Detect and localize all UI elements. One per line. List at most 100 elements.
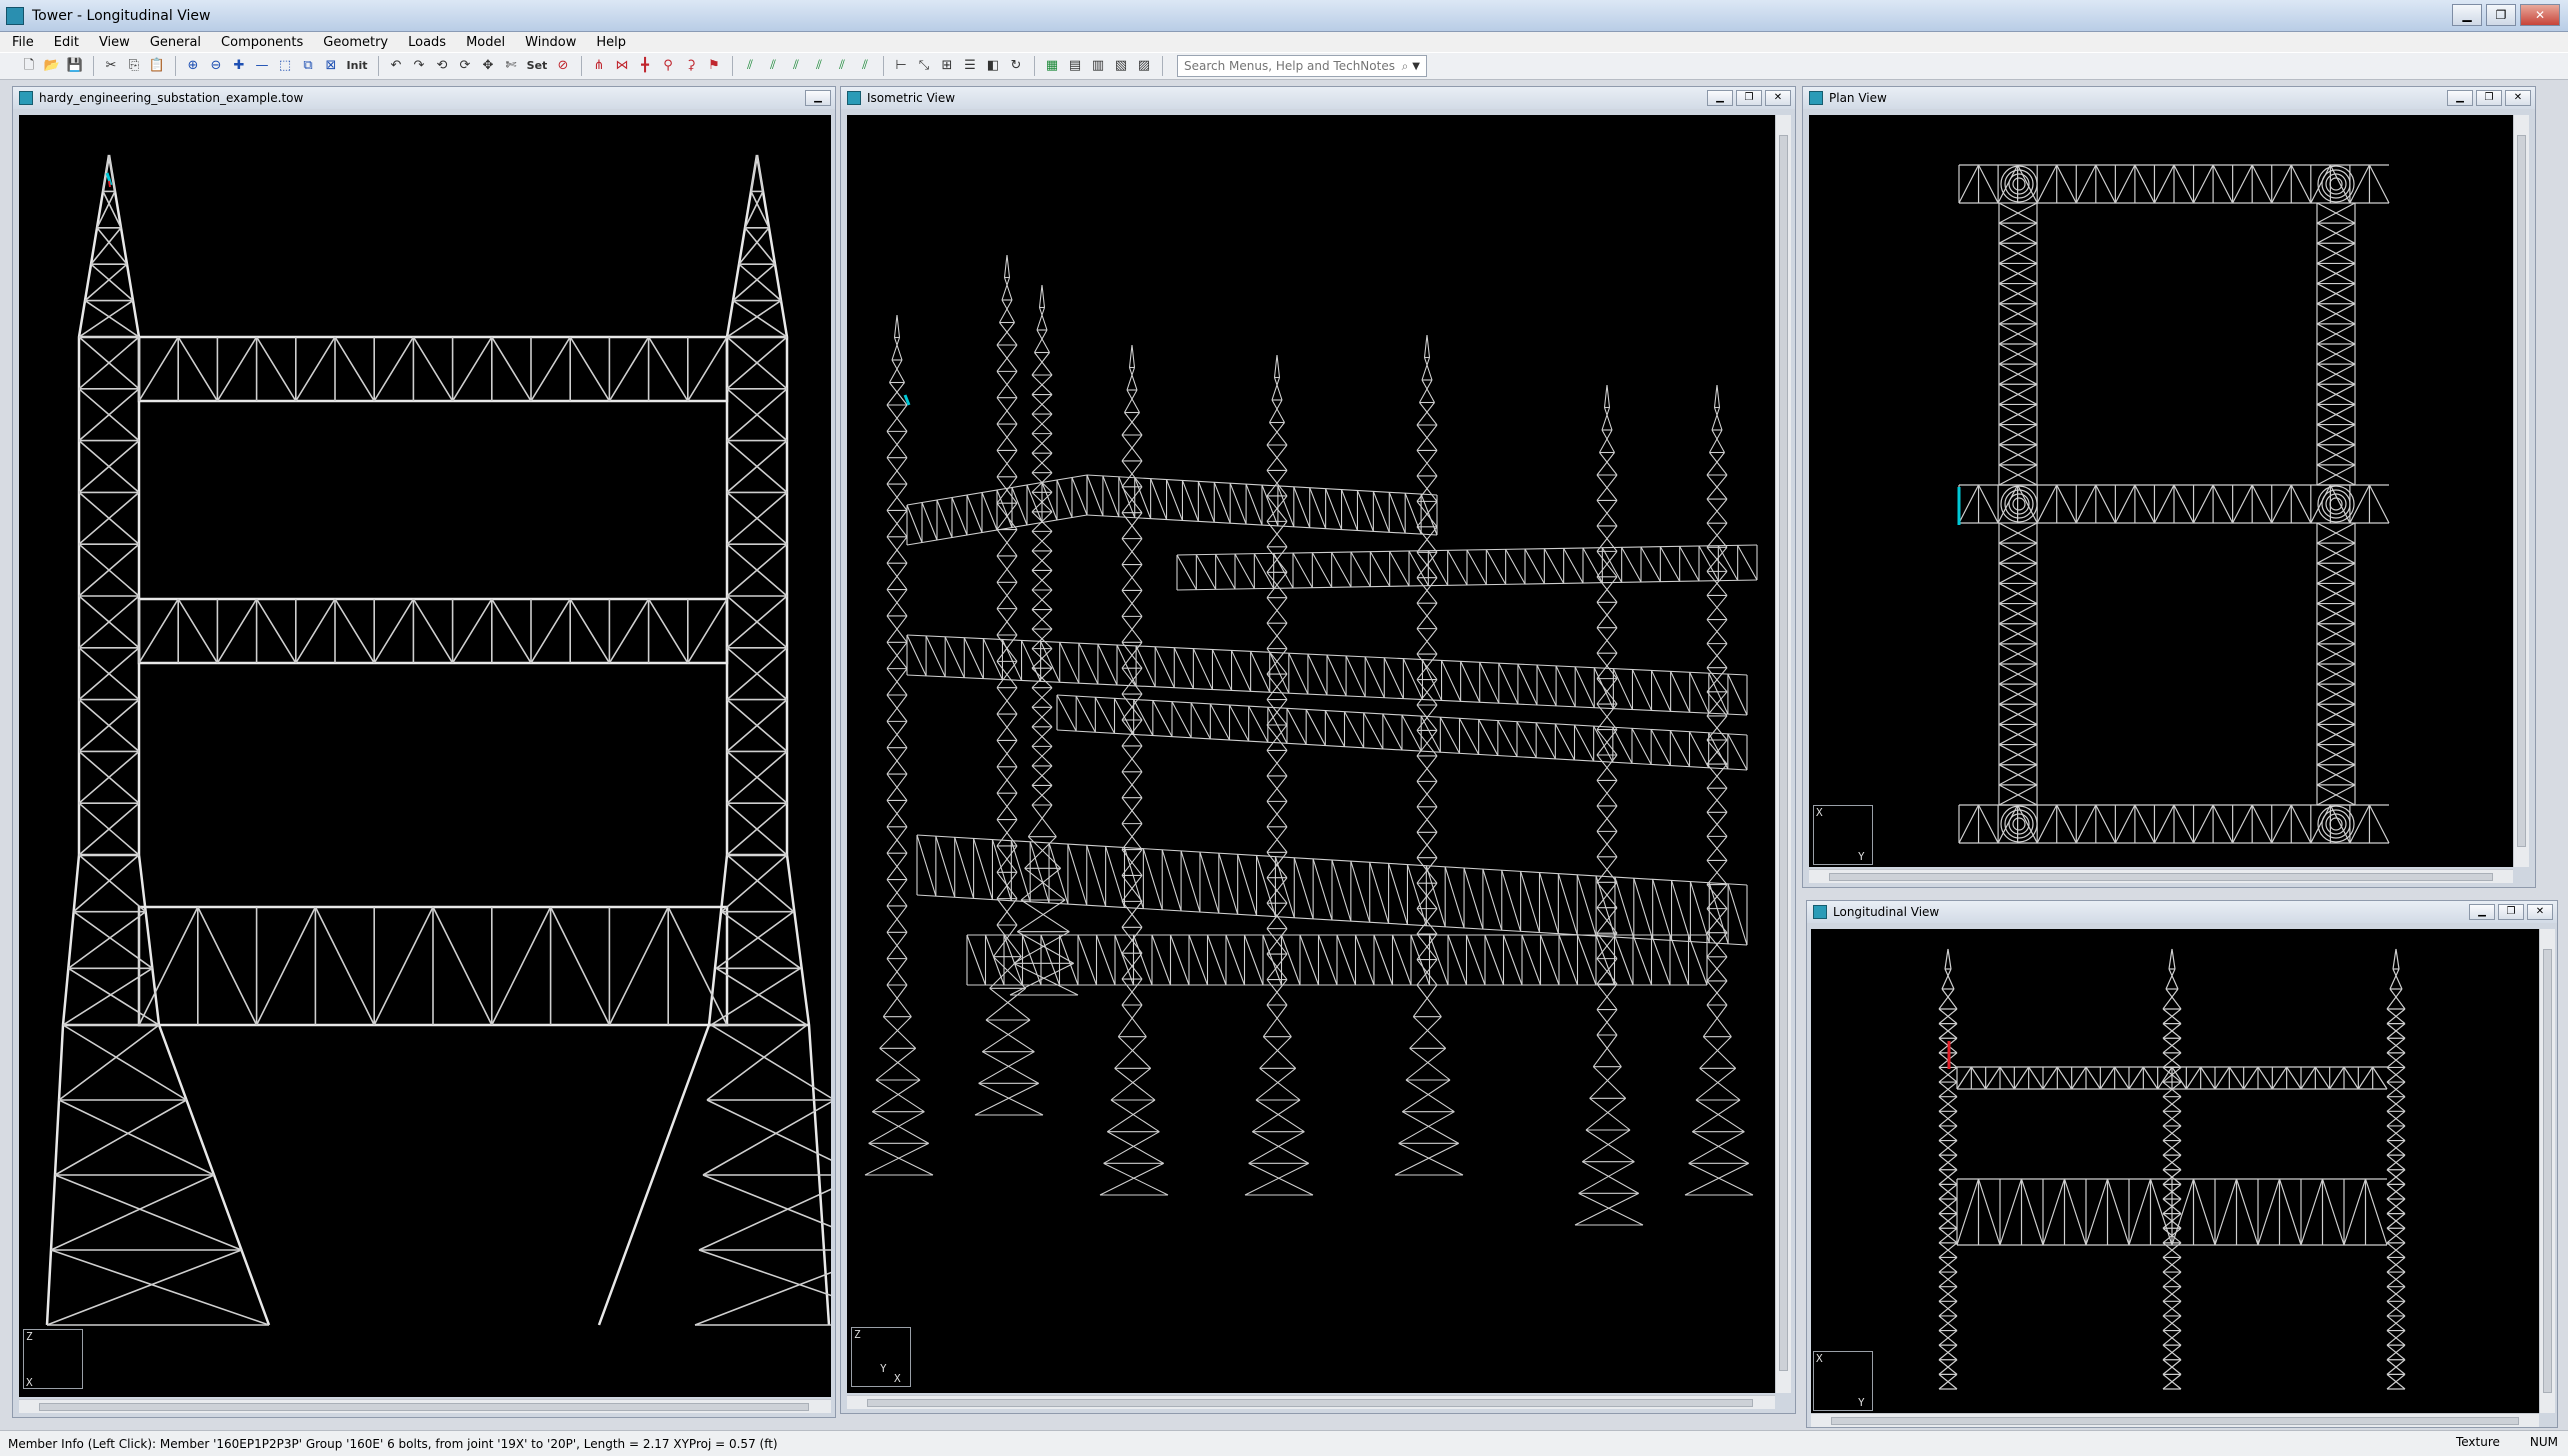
minimize-button[interactable]: ▁ — [2452, 4, 2482, 26]
scroll-thumb[interactable] — [867, 1399, 1753, 1407]
search-icon[interactable]: ⌕ — [1402, 59, 1409, 74]
open-folder-icon[interactable]: 📂 — [43, 57, 61, 75]
scroll-thumb[interactable] — [1831, 1417, 2519, 1425]
tower-app-icon — [6, 6, 24, 25]
menu-model[interactable]: Model — [466, 35, 505, 50]
window-maximize-button[interactable]: ❐ — [2476, 90, 2502, 106]
cut-icon[interactable]: ✂ — [102, 57, 120, 75]
vertical-scrollbar[interactable] — [2539, 929, 2555, 1413]
new-file-icon[interactable]: 🗋 — [20, 57, 38, 75]
wire-tool-1-icon[interactable]: ⫽ — [741, 57, 759, 75]
wire-tool-4-icon[interactable]: ⫽ — [810, 57, 828, 75]
fit-all-icon[interactable]: ⊠ — [322, 57, 340, 75]
window-isometric-titlebar[interactable]: Isometric View ▁ ❐ ✕ — [841, 87, 1795, 109]
search-box[interactable]: ⌕ ▼ — [1177, 55, 1427, 77]
scroll-thumb[interactable] — [1779, 135, 1788, 1371]
rotate-left-icon[interactable]: ↶ — [387, 57, 405, 75]
horizontal-scrollbar[interactable] — [19, 1399, 831, 1413]
axis-label-x: X — [894, 1372, 901, 1385]
zoom-line-icon[interactable]: — — [253, 57, 271, 75]
axis-label-x: X — [1816, 1352, 1823, 1365]
rotate-up-icon[interactable]: ⟲ — [433, 57, 451, 75]
menu-general[interactable]: General — [150, 35, 201, 50]
wire-tool-6-icon[interactable]: ⫽ — [856, 57, 874, 75]
report-4-icon[interactable]: ▧ — [1112, 57, 1130, 75]
layers-icon[interactable]: ☰ — [961, 57, 979, 75]
window-close-button[interactable]: ✕ — [1765, 90, 1791, 106]
connect-icon[interactable]: ⤡ — [915, 57, 933, 75]
window-maximize-button[interactable]: ❐ — [2498, 904, 2524, 920]
window-longitudinal-titlebar[interactable]: Longitudinal View ▁ ❐ ✕ — [1807, 901, 2557, 923]
set-view-button[interactable]: Set — [525, 57, 549, 75]
tower-load-icon[interactable]: ⚲ — [659, 57, 677, 75]
window-maximize-button[interactable]: ❐ — [1736, 90, 1762, 106]
wire-tool-2-icon[interactable]: ⫽ — [764, 57, 782, 75]
stop-icon[interactable]: ⊘ — [554, 57, 572, 75]
pan-icon[interactable]: ✚ — [230, 57, 248, 75]
horizontal-scrollbar[interactable] — [1809, 869, 2513, 883]
menu-window[interactable]: Window — [525, 35, 576, 50]
axis-label-z: Z — [26, 1330, 33, 1343]
menu-geometry[interactable]: Geometry — [323, 35, 388, 50]
rotate-free-icon[interactable]: ✥ — [479, 57, 497, 75]
scroll-thumb[interactable] — [2517, 135, 2526, 847]
tower-joint-icon[interactable]: ⋈ — [613, 57, 631, 75]
window-close-button[interactable]: ✕ — [2527, 904, 2553, 920]
axis-label-y: Y — [1858, 1396, 1865, 1409]
menu-components[interactable]: Components — [221, 35, 303, 50]
paste-icon[interactable]: 📋 — [148, 57, 166, 75]
isometric-viewport[interactable]: Z Y X — [847, 115, 1775, 1393]
vertical-scrollbar[interactable] — [2513, 115, 2529, 867]
menu-help[interactable]: Help — [596, 35, 626, 50]
chevron-down-icon[interactable]: ▼ — [1412, 61, 1420, 72]
scroll-thumb[interactable] — [1829, 873, 2493, 881]
window-close-button[interactable]: ✕ — [2505, 90, 2531, 106]
save-icon[interactable]: 💾 — [66, 57, 84, 75]
scroll-thumb[interactable] — [39, 1403, 809, 1411]
zoom-extents-icon[interactable]: ⧉ — [299, 57, 317, 75]
rotate-right-icon[interactable]: ↷ — [410, 57, 428, 75]
menu-file[interactable]: File — [12, 35, 34, 50]
report-5-icon[interactable]: ▨ — [1135, 57, 1153, 75]
rotate-down-icon[interactable]: ⟳ — [456, 57, 474, 75]
front-elevation-viewport[interactable]: Z X — [19, 115, 831, 1397]
zoom-in-icon[interactable]: ⊕ — [184, 57, 202, 75]
scroll-thumb[interactable] — [2543, 949, 2552, 1393]
report-2-icon[interactable]: ▤ — [1066, 57, 1084, 75]
restore-button[interactable]: ❐ — [2486, 4, 2516, 26]
vertical-scrollbar[interactable] — [1775, 115, 1791, 1393]
window-plan-titlebar[interactable]: Plan View ▁ ❐ ✕ — [1803, 87, 2535, 109]
menu-loads[interactable]: Loads — [408, 35, 446, 50]
tower-flag-icon[interactable]: ⚑ — [705, 57, 723, 75]
grid-icon[interactable]: ⊞ — [938, 57, 956, 75]
copy-icon[interactable]: ⎘ — [125, 57, 143, 75]
report-1-icon[interactable]: ▦ — [1043, 57, 1061, 75]
window-minimize-button[interactable]: ▁ — [805, 90, 831, 106]
reset-icon[interactable]: ↻ — [1007, 57, 1025, 75]
tower-member-icon[interactable]: ⋔ — [590, 57, 608, 75]
init-view-button[interactable]: Init — [345, 57, 369, 75]
wire-tool-3-icon[interactable]: ⫽ — [787, 57, 805, 75]
zoom-out-icon[interactable]: ⊖ — [207, 57, 225, 75]
menu-edit[interactable]: Edit — [54, 35, 79, 50]
longitudinal-viewport[interactable]: X Y — [1811, 929, 2539, 1413]
plan-viewport[interactable]: X Y — [1809, 115, 2513, 867]
menu-view[interactable]: View — [99, 35, 130, 50]
window-minimize-button[interactable]: ▁ — [2469, 904, 2495, 920]
window-minimize-button[interactable]: ▁ — [1707, 90, 1733, 106]
zoom-window-icon[interactable]: ⬚ — [276, 57, 294, 75]
close-button[interactable]: ✕ — [2520, 4, 2560, 26]
tower-add-icon[interactable]: ╋ — [636, 57, 654, 75]
horizontal-scrollbar[interactable] — [1811, 1413, 2539, 1427]
axis-label-x: X — [1816, 806, 1823, 819]
report-3-icon[interactable]: ▥ — [1089, 57, 1107, 75]
scissors-icon[interactable]: ✄ — [502, 57, 520, 75]
wire-tool-5-icon[interactable]: ⫽ — [833, 57, 851, 75]
tower-check-icon[interactable]: ⚳ — [682, 57, 700, 75]
window-minimize-button[interactable]: ▁ — [2447, 90, 2473, 106]
horizontal-scrollbar[interactable] — [847, 1395, 1775, 1409]
shading-icon[interactable]: ◧ — [984, 57, 1002, 75]
search-input[interactable] — [1184, 59, 1402, 73]
window-model-file-titlebar[interactable]: hardy_engineering_substation_example.tow… — [13, 87, 835, 109]
dimension-icon[interactable]: ⊢ — [892, 57, 910, 75]
